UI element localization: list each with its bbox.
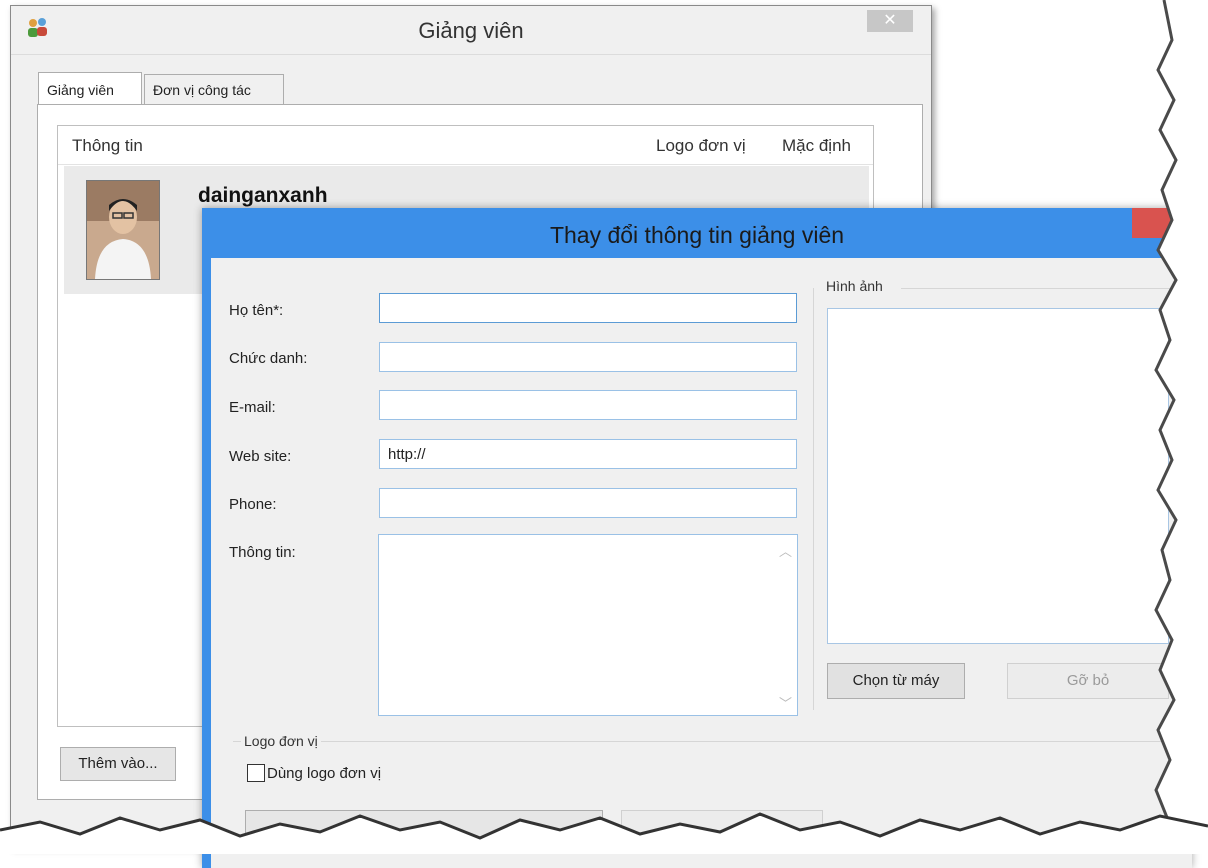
job-title-field[interactable] <box>379 342 797 372</box>
use-logo-checkbox[interactable] <box>247 764 265 782</box>
torn-edge-bottom <box>0 812 1208 854</box>
job-title-label: Chức danh: <box>229 350 308 367</box>
scroll-up-icon[interactable]: ︿ <box>779 541 792 560</box>
info-textarea[interactable]: ︿ ﹀ <box>378 534 798 716</box>
list-header: Thông tin Logo đơn vị Mặc định <box>58 126 873 165</box>
image-group-divider <box>813 288 814 710</box>
phone-label: Phone: <box>229 496 277 513</box>
remove-image-button[interactable]: Gỡ bỏ <box>1007 663 1169 699</box>
fullname-label: Họ tên*: <box>229 302 284 319</box>
info-label: Thông tin: <box>229 544 296 561</box>
website-field[interactable] <box>379 439 797 469</box>
image-group-title: Hình ảnh <box>823 278 886 294</box>
window-titlebar[interactable]: Giảng viên ✕ <box>11 6 931 55</box>
lecturer-name: dainganxanh <box>198 184 328 207</box>
phone-field[interactable] <box>379 488 797 518</box>
logo-group-title: Logo đơn vị <box>241 733 321 749</box>
email-label: E-mail: <box>229 399 276 416</box>
tab-work-unit[interactable]: Đơn vị công tác <box>144 74 284 105</box>
choose-from-computer-button[interactable]: Chọn từ máy <box>827 663 965 699</box>
window-title: Giảng viên <box>418 18 524 43</box>
dialog-title: Thay đổi thông tin giảng viên <box>549 222 845 248</box>
website-label: Web site: <box>229 448 292 465</box>
column-header-info[interactable]: Thông tin <box>72 136 143 156</box>
logo-group-border <box>233 741 1193 742</box>
edit-lecturer-dialog: Thay đổi thông tin giảng viên Họ tên*: C… <box>202 208 1208 868</box>
tab-lecturer[interactable]: Giảng viên <box>38 72 142 105</box>
close-button[interactable]: ✕ <box>867 10 913 32</box>
use-logo-label[interactable]: Dùng logo đơn vị <box>267 765 381 782</box>
fullname-field[interactable] <box>379 293 797 323</box>
info-scrollbar[interactable]: ︿ ﹀ <box>775 535 797 715</box>
add-button[interactable]: Thêm vào... <box>60 747 176 781</box>
scroll-down-icon[interactable]: ﹀ <box>779 693 792 712</box>
torn-edge-right <box>1154 0 1208 854</box>
avatar <box>86 180 160 280</box>
image-preview <box>827 308 1169 644</box>
column-header-logo[interactable]: Logo đơn vị <box>656 136 746 156</box>
column-header-default[interactable]: Mặc định <box>782 136 851 156</box>
dialog-body: Họ tên*: Chức danh: E-mail: Web site: Ph… <box>211 258 1208 868</box>
email-field[interactable] <box>379 390 797 420</box>
